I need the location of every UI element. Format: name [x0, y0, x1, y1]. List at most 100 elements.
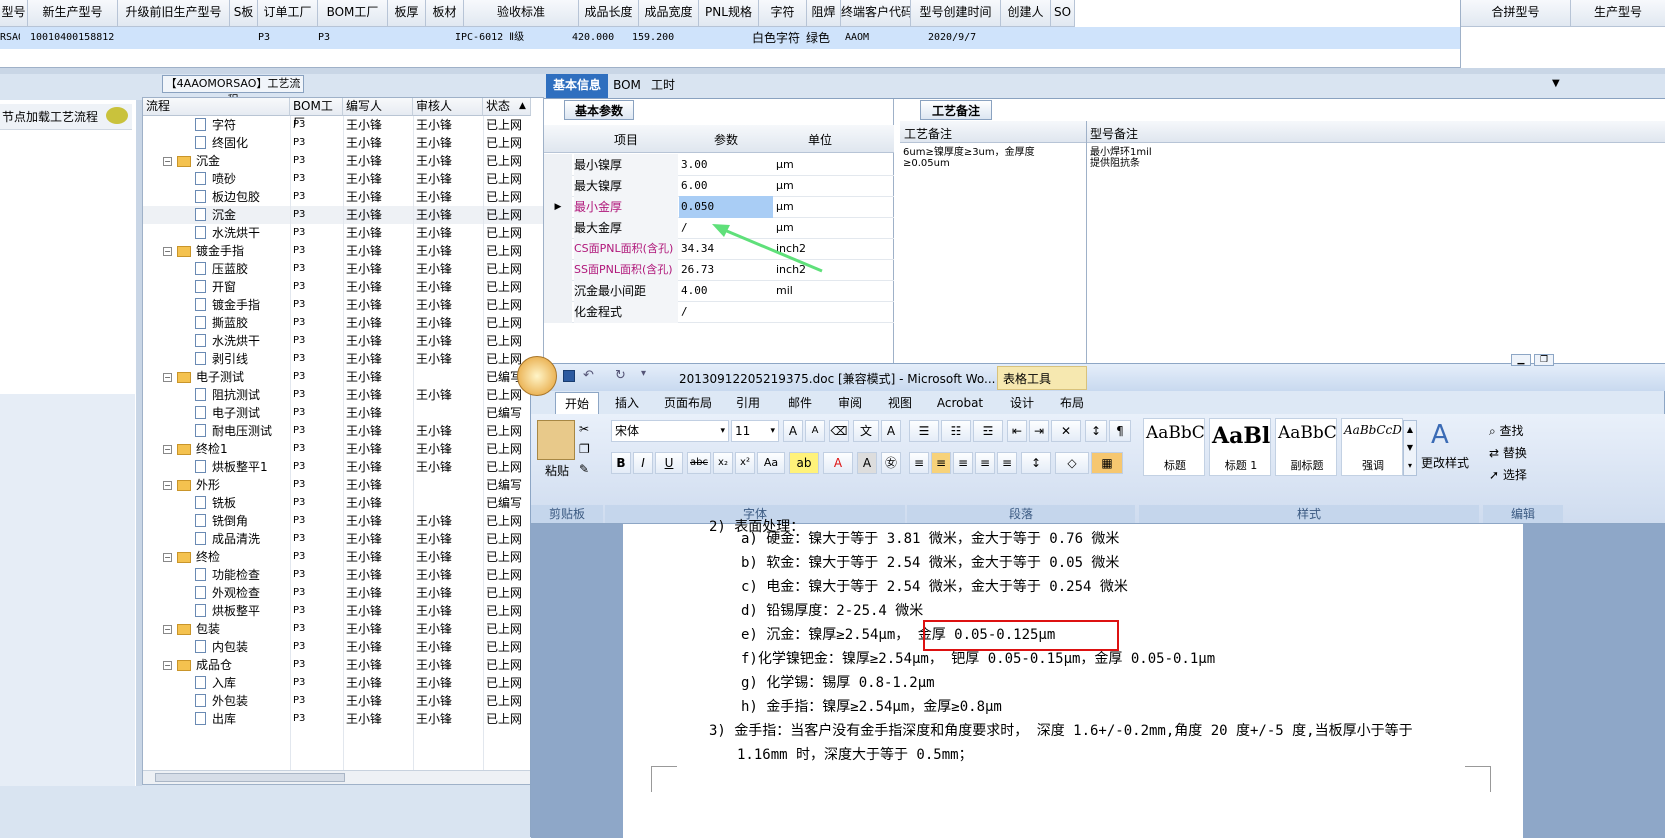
model-note-line2[interactable]: 提供阻抗条 [1090, 158, 1140, 169]
ribbon-tab[interactable]: 页面布局 [655, 392, 721, 414]
office-button-icon[interactable] [517, 356, 557, 396]
col-merge-model[interactable]: 合拼型号 [1461, 0, 1571, 27]
phonetic-icon[interactable]: 文 [853, 420, 879, 442]
col-header[interactable]: 成品长度 [579, 0, 639, 27]
collapse-icon[interactable]: − [163, 373, 172, 382]
font-size-select[interactable]: 11 ▾ [731, 420, 779, 442]
text-direction-icon[interactable]: ✕ [1051, 420, 1081, 442]
grid-selected-row[interactable] [0, 27, 1460, 49]
redo-icon[interactable]: ↻ [615, 368, 626, 383]
underline-icon[interactable]: U [655, 452, 683, 474]
format-painter-icon[interactable]: ✎ [579, 462, 589, 476]
subscript-icon[interactable]: x₂ [713, 452, 733, 474]
param-row[interactable]: 最大镍厚 6.00 μm [544, 175, 894, 197]
col-writer[interactable]: 编写人 [343, 98, 413, 116]
col-header[interactable]: 成品宽度 [639, 0, 699, 27]
replace-button[interactable]: ⇄ 替换 [1489, 444, 1527, 461]
tree-hscroll[interactable] [143, 770, 543, 784]
enclose-char-icon[interactable]: ㊛ [881, 452, 901, 474]
quick-access-icon[interactable]: ▾ [641, 368, 646, 379]
superscript-icon[interactable]: x² [735, 452, 755, 474]
process-note-text[interactable]: 6um≥镍厚度≥3um，金厚度≥0.05um [903, 147, 1073, 169]
select-button[interactable]: ➚ 选择 [1489, 466, 1527, 483]
increase-indent-icon[interactable]: ⇥ [1029, 420, 1049, 442]
shading-icon[interactable]: ◇ [1055, 452, 1089, 474]
numbering-icon[interactable]: ☷ [941, 420, 971, 442]
collapse-icon[interactable]: − [163, 481, 172, 490]
show-marks-icon[interactable]: ¶ [1109, 420, 1131, 442]
multilevel-icon[interactable]: ☲ [973, 420, 1003, 442]
change-case-icon[interactable]: Aa [757, 452, 785, 474]
minimize-icon[interactable]: ▁ [1511, 354, 1531, 366]
collapse-icon[interactable]: − [163, 157, 172, 166]
cell-order-factory[interactable]: P3 [318, 27, 348, 49]
tab-basic-info[interactable]: 基本信息 [546, 74, 608, 98]
param-value[interactable]: 6.00 [679, 175, 773, 197]
col-process[interactable]: 流程 [143, 98, 290, 116]
cell-s-board[interactable]: P3 [258, 27, 288, 49]
cell-created[interactable]: 2020/9/7 [928, 27, 1008, 49]
char-border-icon[interactable]: A [881, 420, 901, 442]
col-header[interactable]: 升级前旧生产型号 [118, 0, 230, 27]
col-header[interactable]: 字符 [759, 0, 807, 27]
save-icon[interactable] [563, 370, 575, 382]
col-header[interactable]: SO [1051, 0, 1075, 27]
ribbon-tab[interactable]: 设计 [999, 392, 1045, 414]
ribbon-tab[interactable]: 邮件 [777, 392, 823, 414]
restore-icon[interactable]: ❐ [1534, 354, 1554, 366]
param-row[interactable]: 最小镍厚 3.00 μm [544, 154, 894, 176]
style-gallery-item[interactable]: AaBbC 标题 [1143, 418, 1205, 476]
bold-icon[interactable]: B [611, 452, 631, 474]
col-header[interactable]: 型号 [0, 0, 28, 27]
document-page[interactable]: 2) 表面处理： a) 硬金：镍大于等于 3.81 微米，金大于等于 0.76 微… [623, 519, 1523, 838]
col-header[interactable]: 订单工厂 [258, 0, 318, 27]
cell-char[interactable]: 白色字符 [752, 27, 812, 49]
param-value[interactable]: / [679, 301, 773, 323]
collapse-icon[interactable]: − [163, 445, 172, 454]
font-name-select[interactable]: 宋体 ▾ [611, 420, 729, 442]
paste-icon[interactable] [537, 420, 575, 460]
col-header[interactable]: S板 [230, 0, 258, 27]
clear-format-icon[interactable]: ⌫ [829, 420, 849, 442]
cell-model[interactable]: RSAO [0, 27, 20, 49]
ribbon-tab[interactable]: 开始 [555, 392, 599, 414]
find-button[interactable]: ⌕ 查找 [1489, 422, 1524, 439]
col-header[interactable]: 板厚 [388, 0, 426, 27]
ribbon-tab[interactable]: 布局 [1049, 392, 1095, 414]
param-row[interactable]: 沉金最小间距 4.00 mil [544, 280, 894, 302]
col-bom-factory[interactable]: BOM工厂 [290, 98, 343, 130]
copy-icon[interactable]: ❐ [579, 442, 590, 456]
style-gallery-item[interactable]: AaBbC 副标题 [1275, 418, 1337, 476]
param-value[interactable]: 3.00 [679, 154, 773, 176]
tab-hours[interactable]: 工时 [648, 74, 678, 98]
align-right-icon[interactable]: ≡ [953, 452, 973, 474]
collapse-icon[interactable]: − [163, 661, 172, 670]
col-header[interactable]: 终端客户代码 [841, 0, 911, 27]
param-row[interactable]: 化金程式 / [544, 301, 894, 323]
sort-icon[interactable]: ↕ [1085, 420, 1107, 442]
col-header[interactable]: PNL规格 [699, 0, 759, 27]
col-header[interactable]: 新生产型号 [28, 0, 118, 27]
bullets-icon[interactable]: ☰ [909, 420, 939, 442]
undo-icon[interactable]: ↶ [583, 368, 594, 383]
cell-solder[interactable]: 绿色 [806, 27, 836, 49]
style-gallery-item[interactable]: AaBl 标题 1 [1209, 418, 1271, 476]
dropdown-icon[interactable]: ▼ [1552, 78, 1560, 89]
change-styles-label[interactable]: 更改样式 [1415, 454, 1475, 471]
process-title-tab[interactable]: 【4AAOMORSAO】工艺流程 [162, 75, 304, 106]
strikethrough-icon[interactable]: abc [687, 452, 711, 474]
ribbon-tab[interactable]: 视图 [877, 392, 923, 414]
model-note-line1[interactable]: 最小焊环1mil [1090, 147, 1152, 158]
highlight-icon[interactable]: ab [789, 452, 819, 474]
paste-label[interactable]: 粘贴 [537, 462, 577, 479]
collapse-icon[interactable]: − [163, 625, 172, 634]
cell-length[interactable]: 420.000 [572, 27, 632, 49]
param-value[interactable]: 4.00 [679, 280, 773, 302]
distribute-icon[interactable]: ≡ [997, 452, 1017, 474]
col-production-model[interactable]: 生产型号 [1571, 0, 1665, 27]
align-center-icon[interactable]: ≡ [931, 452, 951, 474]
cell-width[interactable]: 159.200 [632, 27, 692, 49]
italic-icon[interactable]: I [633, 452, 653, 474]
col-header[interactable]: 创建人 [1001, 0, 1051, 27]
line-spacing-icon[interactable]: ↕ [1021, 452, 1051, 474]
